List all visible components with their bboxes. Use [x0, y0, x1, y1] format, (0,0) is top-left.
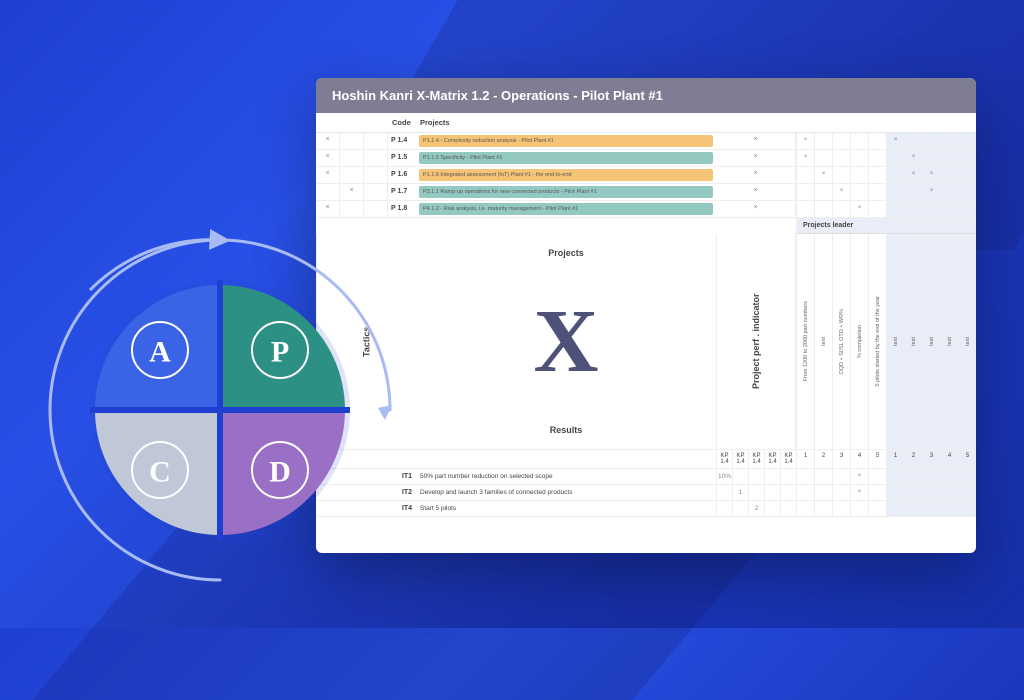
- project-bar[interactable]: P1.1.6 Integrated assessment (IoT) Plant…: [419, 169, 713, 181]
- indicator-col: From 1200 to 2000 part numbers: [796, 234, 814, 449]
- indicator-col: % completion: [850, 234, 868, 449]
- project-code: P 1.8: [388, 201, 416, 217]
- project-code: P 1.6: [388, 167, 416, 183]
- result-text: Start 5 pilots: [416, 501, 716, 516]
- project-bar[interactable]: P1.1.5 Specificity - Pilot Plant #1: [419, 152, 713, 164]
- matrix-window: Hoshin Kanri X-Matrix 1.2 - Operations -…: [316, 78, 976, 553]
- project-row[interactable]: × P 1.6 P1.1.6 Integrated assessment (Io…: [316, 167, 976, 184]
- indicator-columns: From 1200 to 2000 part numberstestOQD + …: [796, 234, 976, 449]
- kpi-num: 4: [850, 450, 868, 468]
- projects-leader-header: Projects leader: [796, 218, 976, 234]
- kpi-num: 5: [868, 450, 886, 468]
- results-label: Results: [550, 425, 583, 435]
- project-code: P 1.4: [388, 133, 416, 149]
- indicator-col: OQD + SI/SL OTD + WR%: [832, 234, 850, 449]
- project-bar[interactable]: P1.1.4 - Complexity reduction analysis -…: [419, 135, 713, 147]
- result-text: 50% part number reduction on selected sc…: [416, 469, 716, 484]
- pdca-letter-a: A: [149, 336, 171, 369]
- kpi-num: 2: [814, 450, 832, 468]
- pdca-letter-p: P: [271, 336, 289, 369]
- ppi-label: Project perf . indicator: [716, 234, 796, 449]
- kpi-num: 5: [958, 450, 976, 468]
- indicator-col: test: [886, 234, 904, 449]
- result-row[interactable]: IT2 Develop and launch 3 families of con…: [316, 485, 976, 501]
- kpi-code: KP 1.4: [764, 450, 780, 468]
- project-row[interactable]: × P 1.8 P4.1.2 - Risk analysis, i.e. mat…: [316, 201, 976, 218]
- kpi-num: 3: [922, 450, 940, 468]
- kpi-num: 4: [940, 450, 958, 468]
- matrix-center: Tactics Projects X Results Project perf …: [316, 234, 976, 449]
- kpi-code: KP 1.4: [780, 450, 796, 468]
- projects-label: Projects: [548, 248, 584, 258]
- kpi-code: KP 1.4: [748, 450, 764, 468]
- col-code: Code: [388, 113, 416, 132]
- result-row[interactable]: IT4 Start 5 pilots 2: [316, 501, 976, 517]
- kpi-num: 3: [832, 450, 850, 468]
- pdca-wheel: A P C D: [30, 220, 410, 600]
- indicator-col: 5 pilots started by the end of the year: [868, 234, 886, 449]
- kpi-num: 2: [904, 450, 922, 468]
- project-row[interactable]: × P 1.5 P1.1.5 Specificity - Pilot Plant…: [316, 150, 976, 167]
- pdca-letter-d: D: [269, 456, 291, 489]
- result-row[interactable]: IT1 50% part number reduction on selecte…: [316, 469, 976, 485]
- kpi-num: 1: [796, 450, 814, 468]
- project-row[interactable]: × P 1.7 P3.1.1 Ramp-up operations for ne…: [316, 184, 976, 201]
- project-code: P 1.5: [388, 150, 416, 166]
- indicator-col: test: [940, 234, 958, 449]
- indicator-col: test: [904, 234, 922, 449]
- kpi-code: KP 1.4: [716, 450, 732, 468]
- project-code: P 1.7: [388, 184, 416, 200]
- project-bar[interactable]: P4.1.2 - Risk analysis, i.e. maturity ma…: [419, 203, 713, 215]
- window-title: Hoshin Kanri X-Matrix 1.2 - Operations -…: [316, 78, 976, 113]
- project-row[interactable]: × P 1.4 P1.1.4 - Complexity reduction an…: [316, 133, 976, 150]
- project-bar[interactable]: P3.1.1 Ramp-up operations for new connec…: [419, 186, 713, 198]
- kpi-num: 1: [886, 450, 904, 468]
- indicator-col: test: [958, 234, 976, 449]
- pdca-letter-c: C: [149, 456, 171, 489]
- x-matrix-icon: X: [534, 297, 599, 387]
- kpi-code: KP 1.4: [732, 450, 748, 468]
- result-text: Develop and launch 3 families of connect…: [416, 485, 716, 500]
- indicator-col: test: [814, 234, 832, 449]
- col-projects: Projects: [416, 113, 716, 132]
- column-headers: Code Projects: [316, 113, 976, 133]
- indicator-col: test: [922, 234, 940, 449]
